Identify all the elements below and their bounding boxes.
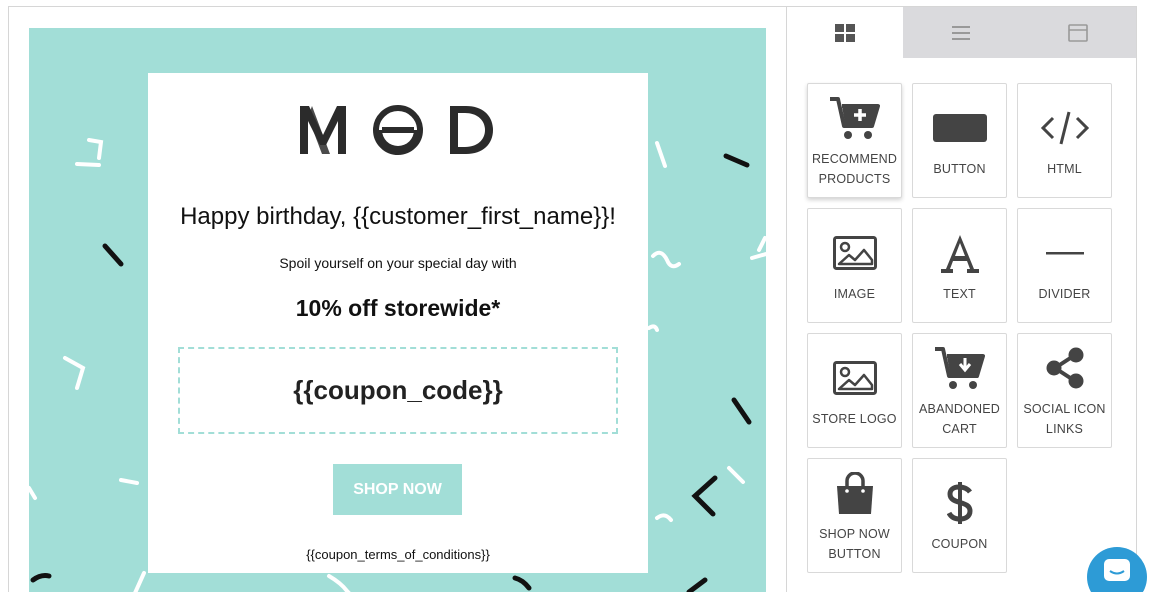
block-html[interactable]: HTML [1017, 83, 1112, 198]
panel-tabs [787, 7, 1136, 58]
block-label: STORE LOGO [812, 411, 897, 426]
block-divider[interactable]: DIVIDER [1017, 208, 1112, 323]
block-label: HTML [1047, 161, 1082, 176]
share-icon [1046, 347, 1083, 388]
tab-settings[interactable] [1019, 7, 1136, 58]
divider-icon [1045, 251, 1084, 254]
block-coupon[interactable]: COUPON [912, 458, 1007, 573]
shop-now-button[interactable]: SHOP NOW [333, 464, 462, 515]
block-label: RECOMMEND PRODUCTS [811, 151, 898, 186]
email-editor: Happy birthday, {{customer_first_name}}!… [0, 0, 1150, 592]
block-store-logo[interactable]: STORE LOGO [807, 333, 902, 448]
chat-support-button[interactable] [1087, 547, 1147, 592]
cart-plus-icon [829, 96, 880, 139]
block-label: TEXT [943, 286, 976, 301]
layout-icon [1067, 23, 1088, 42]
text-icon [940, 234, 979, 273]
shopping-bag-icon [836, 471, 873, 514]
block-label: SHOP NOW BUTTON [819, 526, 890, 561]
coupon-code: {{coupon_code}} [293, 375, 503, 405]
email-canvas: Happy birthday, {{customer_first_name}}!… [8, 6, 786, 592]
cart-download-icon [934, 346, 985, 389]
image-icon [832, 235, 877, 270]
block-image[interactable]: IMAGE [807, 208, 902, 323]
button-icon [932, 113, 987, 142]
chat-icon [1104, 559, 1130, 581]
block-label: IMAGE [833, 286, 876, 301]
block-text[interactable]: TEXT [912, 208, 1007, 323]
block-button[interactable]: BUTTON [912, 83, 1007, 198]
tab-rows[interactable] [903, 7, 1019, 58]
block-label: ABANDONED CART [919, 401, 1000, 436]
grid-icon [835, 23, 855, 42]
block-label: BUTTON [933, 161, 986, 176]
email-background[interactable]: Happy birthday, {{customer_first_name}}!… [29, 28, 766, 592]
dollar-icon [946, 481, 973, 524]
coupon-block[interactable]: {{coupon_code}} [178, 347, 618, 434]
email-content-card[interactable]: Happy birthday, {{customer_first_name}}!… [148, 73, 648, 573]
store-logo[interactable] [148, 101, 648, 157]
mod-logo-icon [300, 105, 493, 155]
email-subtext[interactable]: Spoil yourself on your special day with [148, 255, 648, 271]
block-label: SOCIAL ICON LINKS [1023, 401, 1106, 436]
email-headline[interactable]: Happy birthday, {{customer_first_name}}! [148, 203, 648, 231]
list-icon [952, 25, 970, 40]
coupon-terms[interactable]: {{coupon_terms_of_conditions}} [148, 547, 648, 562]
block-label: DIVIDER [1038, 286, 1091, 301]
tab-blocks[interactable] [787, 7, 903, 58]
blocks-panel: RECOMMEND PRODUCTS BUTTON HTML IMAGE TEX… [786, 6, 1137, 592]
image-icon [832, 360, 877, 395]
block-recommend-products[interactable]: RECOMMEND PRODUCTS [807, 83, 902, 198]
block-label: COUPON [931, 536, 988, 551]
block-social-icon-links[interactable]: SOCIAL ICON LINKS [1017, 333, 1112, 448]
block-abandoned-cart[interactable]: ABANDONED CART [912, 333, 1007, 448]
offer-text[interactable]: 10% off storewide* [148, 295, 648, 322]
code-icon [1040, 111, 1089, 144]
block-shop-now-button[interactable]: SHOP NOW BUTTON [807, 458, 902, 573]
